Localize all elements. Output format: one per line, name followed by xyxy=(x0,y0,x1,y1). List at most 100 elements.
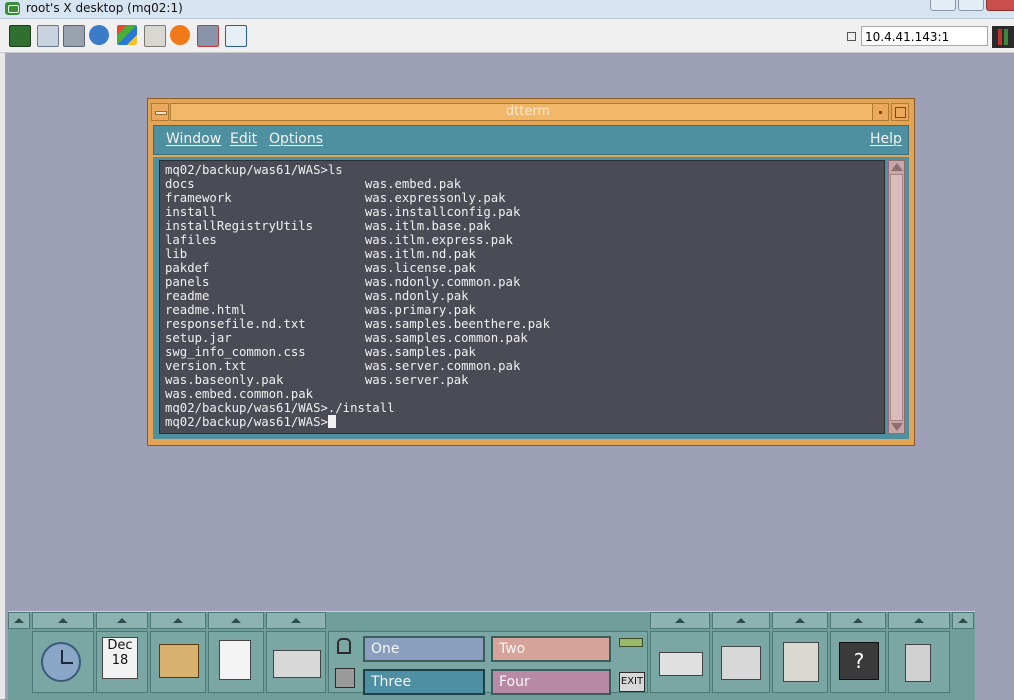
mailer-control[interactable] xyxy=(266,631,326,693)
address-field[interactable]: 10.4.41.143:1 xyxy=(861,26,988,46)
terminal-line: lafiles was.itlm.express.pak xyxy=(165,233,513,247)
clock-control[interactable] xyxy=(32,631,94,693)
file-drawer-icon xyxy=(159,644,199,678)
terminal-text: mq02/backup/was61/WAS>ls docs was.embed.… xyxy=(160,161,884,429)
menu-edit[interactable]: Edit xyxy=(230,131,257,147)
vnc-app-icon xyxy=(5,2,20,15)
style-manager-icon xyxy=(721,646,761,680)
help-books-icon: ? xyxy=(839,642,879,680)
terminal-line: was.embed.common.pak xyxy=(165,387,314,401)
subpanel-arrow-calendar[interactable] xyxy=(96,612,148,629)
ctrl-alt-del-icon[interactable] xyxy=(170,25,190,45)
scrollbar-thumb[interactable] xyxy=(890,174,903,421)
fullscreen-icon[interactable] xyxy=(225,25,247,47)
application-manager-icon xyxy=(783,642,819,682)
dtterm-window: dtterm Window Edit Options Help mq02/bac… xyxy=(147,98,915,446)
vnc-toolbar: 10.4.41.143:1 xyxy=(0,19,1014,53)
refresh-icon[interactable] xyxy=(89,25,109,45)
backdrop-icon[interactable] xyxy=(335,668,355,688)
terminal-line: was.baseonly.pak was.server.pak xyxy=(165,373,469,387)
vnc-title-bar: root's X desktop (mq02:1) xyxy=(0,0,1014,19)
calendar-icon: Dec 18 xyxy=(102,637,138,679)
panel-handle-left[interactable] xyxy=(8,612,30,629)
style-manager-control[interactable] xyxy=(712,631,770,693)
terminal-prompt: mq02/backup/was61/WAS> xyxy=(165,415,328,429)
workspace-three-button[interactable]: Three xyxy=(363,669,485,695)
text-editor-control[interactable] xyxy=(208,631,264,693)
terminal-line: responsefile.nd.txt was.samples.beenther… xyxy=(165,317,550,331)
terminal-line: version.txt was.server.common.pak xyxy=(165,359,521,373)
terminal-line: readme.html was.primary.pak xyxy=(165,303,476,317)
subpanel-arrow-clock[interactable] xyxy=(32,612,94,629)
subpanel-arrow-mail[interactable] xyxy=(266,612,326,629)
window-menu-button[interactable] xyxy=(151,103,169,121)
status-indicator-icon xyxy=(992,26,1014,48)
terminal-line: mq02/backup/was61/WAS>./install xyxy=(165,401,395,415)
subpanel-arrow-editor[interactable] xyxy=(208,612,264,629)
minimize-button[interactable] xyxy=(930,0,956,11)
calendar-day: 18 xyxy=(111,653,129,668)
subpanel-arrow-help[interactable] xyxy=(830,612,886,629)
file-manager-control[interactable] xyxy=(150,631,206,693)
trash-control[interactable] xyxy=(888,631,950,693)
copy-windows-icon[interactable] xyxy=(37,25,59,47)
calendar-month: Dec xyxy=(107,638,133,653)
address-lock-icon xyxy=(847,32,856,41)
panel-handle-right[interactable] xyxy=(952,612,974,629)
windows-key-icon[interactable] xyxy=(117,25,137,45)
dtterm-title: dtterm xyxy=(505,104,551,119)
application-manager-control[interactable] xyxy=(772,631,828,693)
trash-can-icon xyxy=(905,644,931,682)
workspace-one-button[interactable]: One xyxy=(363,636,485,662)
maximize-button[interactable] xyxy=(958,0,984,11)
activity-indicator-icon xyxy=(619,638,643,647)
terminal-line: swg_info_common.css was.samples.pak xyxy=(165,345,476,359)
workspace-two-button[interactable]: Two xyxy=(491,636,611,662)
terminal-scrollbar[interactable] xyxy=(888,160,905,434)
terminal-output[interactable]: mq02/backup/was61/WAS>ls docs was.embed.… xyxy=(159,160,885,434)
keyboard-icon[interactable] xyxy=(144,25,166,47)
dtterm-title-bar[interactable]: dtterm xyxy=(170,103,886,121)
subpanel-arrow-trash[interactable] xyxy=(888,612,950,629)
menu-window[interactable]: Window xyxy=(166,131,221,147)
lock-icon[interactable] xyxy=(337,638,351,654)
terminal-line: mq02/backup/was61/WAS>ls xyxy=(165,163,343,177)
terminal-line: pakdef was.license.pak xyxy=(165,261,476,275)
terminal-line: panels was.ndonly.common.pak xyxy=(165,275,521,289)
terminal-line: docs was.embed.pak xyxy=(165,177,462,191)
printer-icon xyxy=(659,652,703,676)
dtterm-minimize-button[interactable] xyxy=(872,103,889,121)
terminal-line: installRegistryUtils was.itlm.base.pak xyxy=(165,219,491,233)
scroll-up-icon[interactable] xyxy=(891,163,903,171)
help-manager-control[interactable]: ? xyxy=(830,631,886,693)
terminal-line: lib was.itlm.nd.pak xyxy=(165,247,476,261)
clock-icon xyxy=(41,642,81,682)
terminal-line: readme was.ndonly.pak xyxy=(165,289,469,303)
cde-front-panel: Dec 18 One Two Three Four EXIT ? xyxy=(8,611,975,700)
terminal-cursor xyxy=(327,415,336,428)
close-button[interactable] xyxy=(986,0,1014,11)
menu-help[interactable]: Help xyxy=(870,131,902,147)
workspace-four-button[interactable]: Four xyxy=(491,669,611,695)
subpanel-arrow-apps[interactable] xyxy=(772,612,828,629)
exit-button[interactable]: EXIT xyxy=(619,672,645,692)
subpanel-arrow-style[interactable] xyxy=(712,612,770,629)
dtterm-body: mq02/backup/was61/WAS>ls docs was.embed.… xyxy=(153,157,909,439)
workspace-switch: One Two Three Four EXIT xyxy=(328,631,648,695)
terminal-line: install was.installconfig.pak xyxy=(165,205,521,219)
printer-control[interactable] xyxy=(650,631,710,693)
menu-options[interactable]: Options xyxy=(269,131,323,147)
terminal-line: setup.jar was.samples.common.pak xyxy=(165,331,528,345)
terminal-line: framework was.expressonly.pak xyxy=(165,191,506,205)
scroll-down-icon[interactable] xyxy=(891,423,903,431)
calendar-control[interactable]: Dec 18 xyxy=(96,631,148,693)
options-tools-icon[interactable] xyxy=(63,25,85,47)
dtterm-menu-bar: Window Edit Options Help xyxy=(153,125,909,155)
subpanel-arrow-printer[interactable] xyxy=(650,612,710,629)
text-editor-icon xyxy=(219,640,251,680)
connection-info-icon[interactable] xyxy=(9,25,31,47)
disconnect-icon[interactable] xyxy=(197,25,219,47)
subpanel-arrow-files[interactable] xyxy=(150,612,206,629)
window-title: root's X desktop (mq02:1) xyxy=(26,1,183,15)
dtterm-maximize-button[interactable] xyxy=(891,103,909,121)
